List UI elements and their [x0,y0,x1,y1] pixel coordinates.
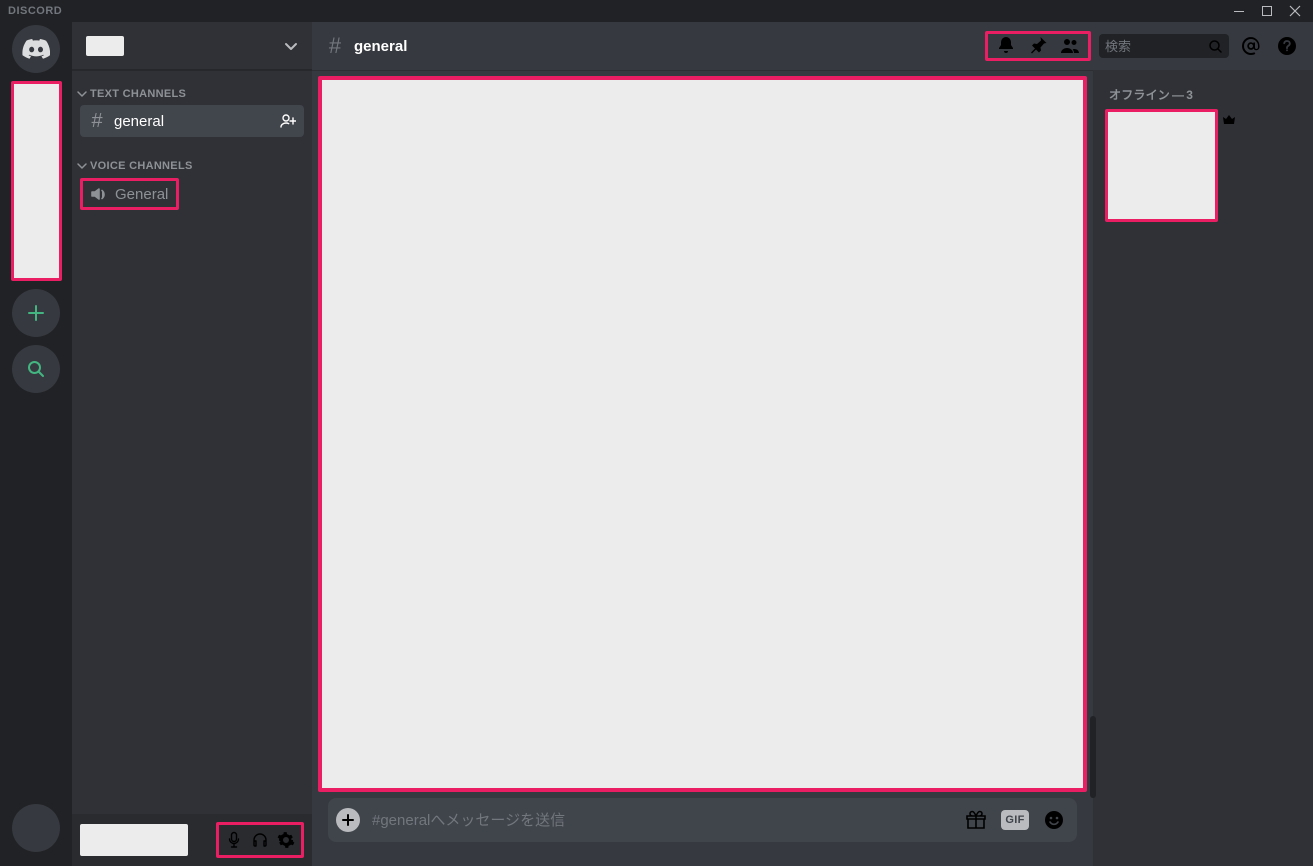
guild-list-placeholder[interactable] [11,81,62,281]
window-controls [1225,0,1309,22]
text-channel-general[interactable]: # general [80,105,304,137]
user-panel [72,814,312,866]
member-category-offline: オフライン—3 [1109,86,1305,103]
hash-icon: # [88,110,106,133]
chevron-down-icon [76,88,88,100]
channel-list: TEXT CHANNELS # general VOICE CHANNELS G… [72,70,312,814]
category-label: VOICE CHANNELS [90,160,193,172]
offline-count: 3 [1186,88,1193,102]
offline-label: オフライン [1109,86,1170,103]
download-apps-button[interactable] [12,804,60,852]
at-icon [1240,35,1262,57]
mentions-button[interactable] [1237,34,1265,58]
deafen-button[interactable] [247,827,273,853]
channel-label: general [114,113,272,130]
gear-icon [277,831,295,849]
chevron-down-icon [76,160,88,172]
help-icon [1276,35,1298,57]
search-box[interactable] [1099,34,1229,58]
category-label: TEXT CHANNELS [90,88,186,100]
bell-icon [995,35,1017,57]
app-wordmark: DISCORD [8,5,62,17]
members-icon [1059,35,1081,57]
member-items-placeholder[interactable] [1105,109,1218,222]
message-input[interactable] [372,812,953,829]
notifications-button[interactable] [990,34,1022,58]
explore-servers-button[interactable] [12,345,60,393]
plus-icon [341,813,355,827]
message-composer: GIF [328,798,1077,842]
close-icon [1289,5,1301,17]
guild-rail [0,22,72,866]
maximize-icon [1261,5,1273,17]
emoji-icon [1043,809,1065,831]
search-icon [26,359,46,379]
channel-label: General [115,186,168,203]
user-info-placeholder[interactable] [80,824,188,856]
crown-icon [1222,113,1236,127]
microphone-icon [225,831,243,849]
gif-label: GIF [1005,814,1024,826]
gift-icon [965,809,987,831]
user-settings-button[interactable] [273,827,299,853]
speaker-icon [89,185,107,203]
minimize-button[interactable] [1225,0,1253,22]
chat-area: # general [312,22,1313,866]
mute-button[interactable] [221,827,247,853]
headphones-icon [251,831,269,849]
scrollbar-thumb[interactable] [1090,716,1096,798]
attach-button[interactable] [336,808,360,832]
gif-button[interactable]: GIF [1001,810,1029,830]
hash-icon: # [324,33,346,59]
chevron-down-icon [284,39,298,53]
member-list: オフライン—3 [1093,70,1313,866]
close-button[interactable] [1281,0,1309,22]
minimize-icon [1233,5,1245,17]
search-icon [1208,39,1223,54]
plus-icon [26,303,46,323]
pin-icon [1027,35,1049,57]
add-server-button[interactable] [12,289,60,337]
help-button[interactable] [1273,34,1301,58]
maximize-button[interactable] [1253,0,1281,22]
user-controls-group [216,822,304,858]
category-voice-channels[interactable]: VOICE CHANNELS [72,156,312,176]
discord-logo-icon [22,39,50,59]
titlebar: DISCORD [0,0,1313,22]
voice-channel-general[interactable]: General [80,178,179,210]
search-input[interactable] [1105,39,1204,54]
category-text-channels[interactable]: TEXT CHANNELS [72,84,312,104]
server-name-placeholder [86,36,124,56]
header-action-group [985,31,1091,61]
create-invite-icon[interactable] [280,113,296,129]
server-header[interactable] [72,22,312,70]
emoji-button[interactable] [1043,809,1065,831]
channel-title: general [354,38,407,55]
message-area: GIF [312,70,1093,866]
messages-placeholder[interactable] [318,76,1087,792]
pinned-messages-button[interactable] [1022,34,1054,58]
gift-button[interactable] [965,809,987,831]
chat-header: # general [312,22,1313,70]
member-list-toggle[interactable] [1054,34,1086,58]
channel-sidebar: TEXT CHANNELS # general VOICE CHANNELS G… [72,22,312,866]
home-button[interactable] [12,25,60,73]
